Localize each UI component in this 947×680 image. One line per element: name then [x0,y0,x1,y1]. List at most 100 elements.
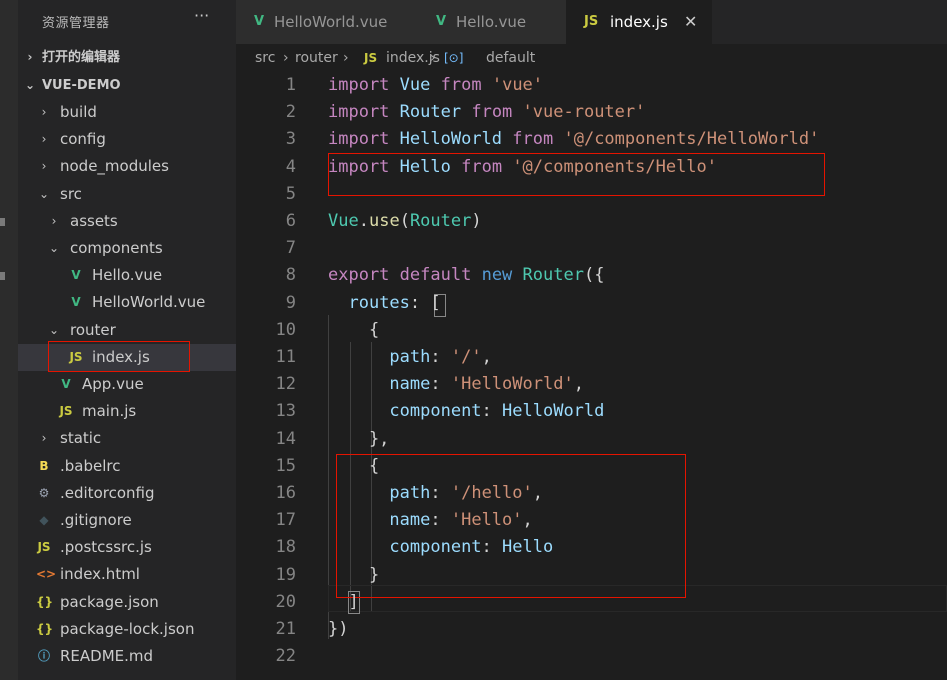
code-token-keyword: export [328,265,390,285]
code-token-decl: new [481,265,513,285]
code-line: 17 name: 'Hello', [236,507,947,534]
code-line: 2 import Router from 'vue-router' [236,99,947,126]
line-number: 6 [285,211,296,231]
code-token-plain: }, [328,429,390,449]
code-text: Vue.use(Router) [328,208,482,235]
tree-item[interactable]: <> index.html [18,561,236,588]
tree-item-label: App.vue [82,375,144,393]
tab-index-js[interactable]: JS index.js ✕ [566,0,713,44]
code-token-plain: }) [328,619,349,639]
tree-item-label: package.json [60,593,159,611]
chevron-right-icon: › [41,431,47,445]
line-number: 18 [275,537,296,557]
tree-item[interactable]: ⚙ .editorconfig [18,480,236,507]
code-token-keyword: import [328,157,390,177]
code-text: component: HelloWorld [328,398,604,425]
tree-item[interactable]: V Hello.vue [18,262,236,289]
more-actions-icon[interactable]: ··· [194,6,209,25]
code-token-type: Vue [328,211,359,231]
tree-item[interactable]: JS .postcssrc.js [18,534,236,561]
tree-item[interactable]: ⓘ README.md [18,643,236,670]
line-number: 22 [275,646,296,666]
tab-label: HelloWorld.vue [274,13,388,31]
tree-item-label: assets [70,212,118,230]
tree-item[interactable]: › static [18,425,236,452]
tree-item-label: HelloWorld.vue [92,293,206,311]
code-token-property: HelloWorld [399,129,503,149]
breadcrumb-src[interactable]: src [255,44,275,72]
code-text: routes: [ [328,290,440,317]
tree-item[interactable]: JS main.js [18,398,236,425]
line-number: 12 [275,374,296,394]
tree-item[interactable]: › build [18,99,236,126]
tree-item[interactable]: ⌄ src [18,181,236,208]
code-token-property: HelloWorld [502,401,605,421]
tree-item[interactable]: ◆ .gitignore [18,507,236,534]
code-token-string: '@/components/HelloWorld' [563,129,820,149]
tree-item-label: static [60,429,102,447]
tree-item[interactable]: ⌄ components [18,235,236,262]
code-token-plain: : [430,347,451,367]
tab-helloworld-vue[interactable]: V HelloWorld.vue [236,0,419,44]
js-file-icon: JS [584,14,599,29]
code-text: component: Hello [328,534,553,561]
activity-marker [0,218,5,226]
code-token-plain: { [328,456,380,476]
tab-hello-vue[interactable]: V Hello.vue [418,0,567,44]
json-file-icon: {} [36,595,54,609]
code-line: 8 export default new Router({ [236,262,947,289]
breadcrumb-default[interactable]: default [486,44,535,72]
js-file-icon: JS [37,540,51,554]
explorer-title: 资源管理器 [42,16,110,31]
line-number: 3 [285,129,296,149]
tree-item[interactable]: › node_modules [18,153,236,180]
code-token-keyword: from [471,102,513,122]
code-line: 5 [236,181,947,208]
open-editors-header[interactable]: › 打开的编辑器 [18,44,236,71]
code-token-property: path [389,483,431,503]
chevron-right-icon: › [27,50,33,64]
js-file-icon: JS [59,404,73,418]
code-text: import HelloWorld from '@/components/Hel… [328,126,819,153]
close-icon[interactable]: ✕ [684,0,697,44]
line-number: 5 [285,184,296,204]
line-number: 13 [275,401,296,421]
tree-item[interactable]: {} package.json [18,589,236,616]
explorer-sidebar: 资源管理器 ··· › build › config › node_modules ⌄ src… [18,0,236,680]
tree-item-label: index.html [60,565,140,583]
tree-item[interactable]: {} package-lock.json [18,616,236,643]
tree-item[interactable]: › config [18,126,236,153]
tree-item[interactable]: › assets [18,208,236,235]
code-editor[interactable]: 1 import Vue from 'vue' 2 import Router fro… [236,72,947,680]
tree-item-label: .editorconfig [60,484,155,502]
code-line: 22 [236,643,947,670]
tree-item[interactable]: V App.vue [18,371,236,398]
code-token-keyword: from [440,75,482,95]
code-line: 13 component: HelloWorld [236,398,947,425]
js-file-icon: JS [364,51,378,65]
code-token-plain: . [358,211,369,231]
code-token-plain: : [430,510,451,530]
chevron-right-icon: › [41,105,47,119]
code-token-plain: , [481,347,492,367]
chevron-right-icon: › [41,159,47,173]
code-token-property: component [389,537,482,557]
project-header[interactable]: ⌄ VUE-DEMO [18,72,236,99]
tree-item[interactable]: V HelloWorld.vue [18,289,236,316]
tab-label: index.js [610,13,668,31]
tree-item[interactable]: ⌄ router [18,317,236,344]
tree-item[interactable]: B .babelrc [18,453,236,480]
code-token-property: path [389,347,431,367]
vue-file-icon: V [61,377,71,391]
code-token-property: component [389,401,482,421]
vue-file-icon: V [71,268,81,282]
breadcrumb-router[interactable]: router [295,44,338,72]
